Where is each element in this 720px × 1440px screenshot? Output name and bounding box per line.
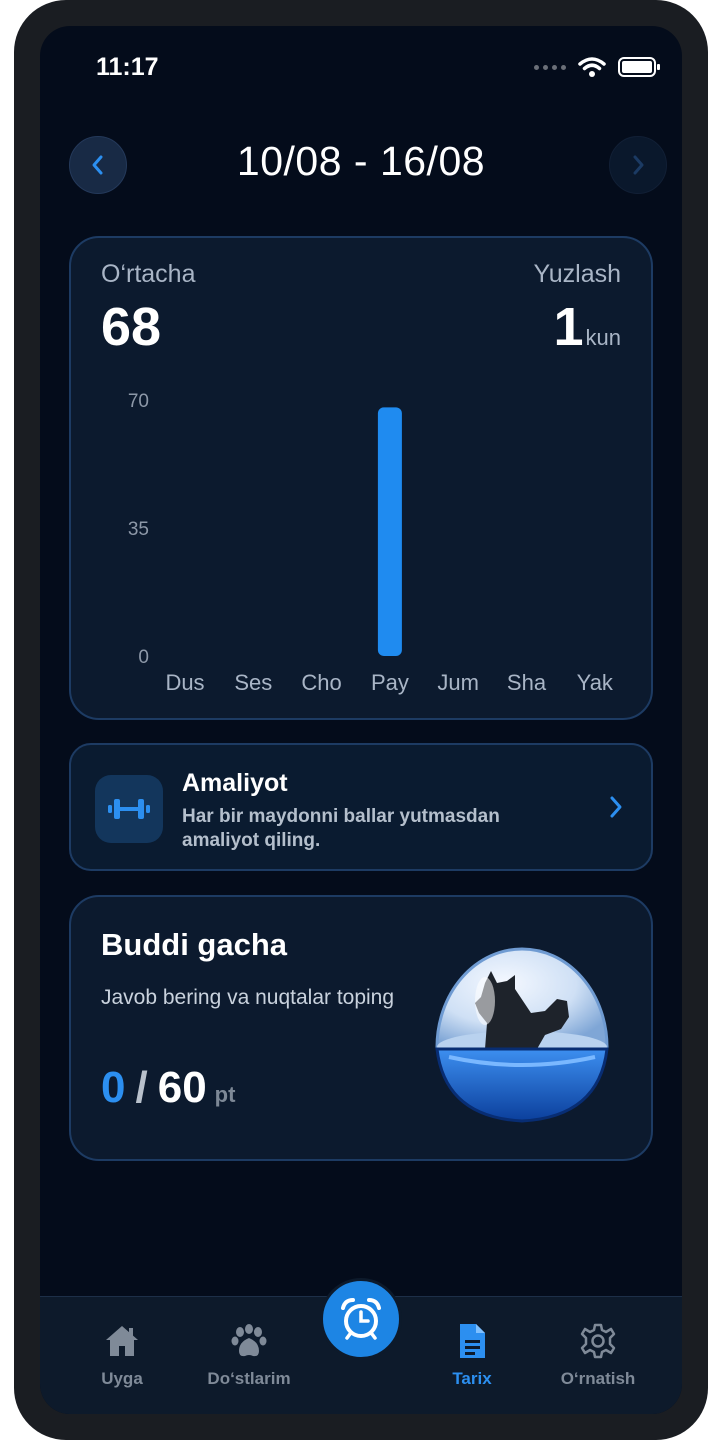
practice-title: Amaliyot [182,769,288,797]
tab-history[interactable]: Tarix [407,1321,537,1389]
buddy-title: Buddi gacha [101,927,288,962]
tab-settings-label: O‘rnatish [560,1369,636,1388]
gacha-capsule-dog-icon [435,947,609,1123]
weekly-stats-card: O‘rtacha 68 Yuzlash 1 kun 70 35 0 Dus Ses Cho… [69,236,653,720]
tab-settings[interactable]: O‘rnatish [533,1321,663,1389]
dumbbell-icon [108,799,150,819]
app-screen: 11:17 10/08 - 16/08 O‘rtacha 68 Yuzlash … [40,26,682,1414]
chevron-right-icon [610,796,622,818]
tab-history-label: Tarix [452,1369,492,1388]
tab-home[interactable]: Uyga [57,1321,187,1389]
status-time: 11:17 [96,53,159,81]
status-indicators [534,56,660,78]
practice-card[interactable]: Amaliyot Har bir maydonni ballar yutmasd… [69,743,653,871]
y-tick-label: 70 [128,391,149,412]
x-tick-label: Sha [507,670,547,695]
tab-friends-label: Do‘stlarim [207,1369,291,1388]
x-tick-label: Jum [437,670,479,695]
weekly-bar-chart: 70 35 0 Dus Ses Cho Pay Jum Sha Yak [128,391,614,695]
tab-friends[interactable]: Do‘stlarim [184,1321,314,1389]
battery-icon [618,57,660,77]
buddy-score: 0 / 60 pt [101,1063,235,1113]
score-max: 60 [157,1063,207,1112]
y-tick-label: 0 [138,647,149,668]
home-icon [106,1326,138,1356]
paw-icon [231,1324,267,1357]
score-separator: / [135,1063,148,1112]
alarm-clock-icon [341,1298,381,1340]
y-tick-label: 35 [128,519,149,540]
x-tick-label: Pay [371,670,409,695]
next-week-button[interactable] [609,136,667,194]
x-tick-label: Ses [234,670,272,695]
gear-icon [580,1323,616,1359]
x-tick-label: Dus [165,670,204,695]
date-range-title: 10/08 - 16/08 [236,138,486,184]
alarm-button[interactable] [320,1278,402,1360]
signal-icon [534,64,566,70]
document-icon [460,1324,485,1358]
tab-home-label: Uyga [101,1369,143,1388]
chart-bar-pay [377,407,402,656]
x-tick-label: Yak [577,670,614,695]
x-tick-label: Cho [301,670,341,695]
device-frame: 11:17 10/08 - 16/08 O‘rtacha 68 Yuzlash … [14,0,708,1440]
score-current: 0 [101,1063,126,1112]
chevron-right-icon [633,155,644,175]
score-unit: pt [214,1082,236,1107]
buddy-gacha-card[interactable]: Buddi gacha Javob bering va nuqtalar top… [69,895,653,1161]
practice-icon-tile [95,775,163,843]
practice-description: Har bir maydonni ballar yutmasdan amaliy… [182,806,500,851]
wifi-icon [578,57,606,77]
buddy-description: Javob bering va nuqtalar toping [101,986,395,1009]
